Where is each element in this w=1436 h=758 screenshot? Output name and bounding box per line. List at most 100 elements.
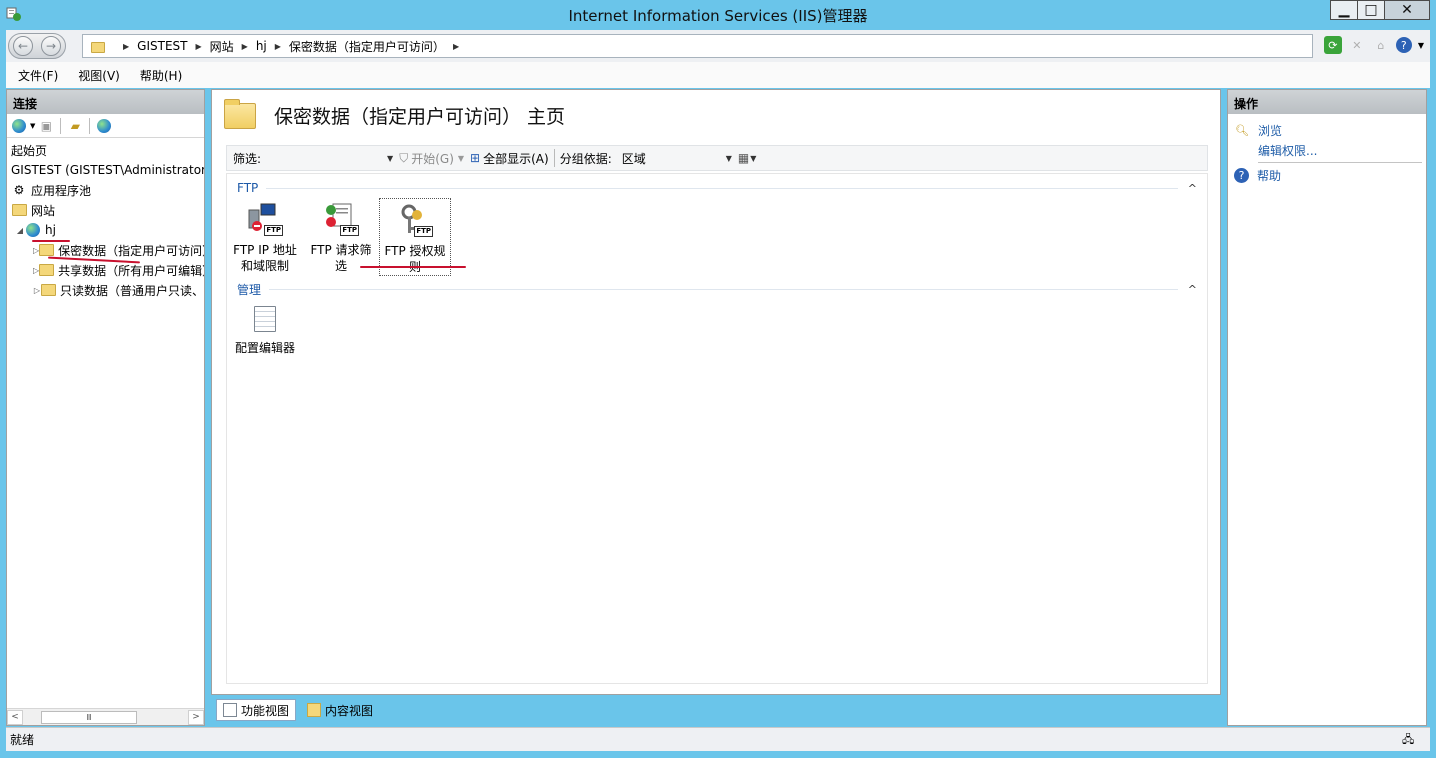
connections-toolbar: ▼ ▣ ▰ (7, 114, 204, 138)
status-text: 就绪 (10, 733, 35, 747)
action-explore[interactable]: 🔍︎ 浏览 (1228, 120, 1426, 140)
folder-icon (39, 262, 55, 278)
chevron-right-icon[interactable]: ▶ (242, 42, 248, 51)
back-arrow-icon[interactable]: ← (13, 36, 33, 56)
status-bar: 就绪 🖧 (6, 727, 1430, 751)
chevron-down-icon[interactable]: ▼ (750, 154, 756, 163)
chevron-right-icon[interactable]: ▶ (275, 42, 281, 51)
stop-icon[interactable]: ✕ (1348, 36, 1366, 54)
feature-view-panel: 保密数据（指定用户可访问） 主页 筛选: ▼ ⛉ 开始(G) ▼ ⊞ 全部显示(… (211, 89, 1221, 695)
annotation-underline (32, 240, 70, 242)
tab-content-view[interactable]: 内容视图 (300, 699, 380, 721)
chevron-down-icon[interactable]: ▼ (726, 154, 732, 163)
address-bar[interactable]: ▶ GISTEST ▶ 网站 ▶ hj ▶ 保密数据（指定用户可访问） ▶ (82, 34, 1313, 58)
action-help[interactable]: ? 帮助 (1228, 165, 1426, 185)
breadcrumb-gistest[interactable]: GISTEST (137, 39, 187, 53)
close-button[interactable]: ✕ (1384, 0, 1430, 20)
app-pool-icon: ⚙ (13, 183, 25, 197)
view-tabs: 功能视图 内容视图 (216, 699, 380, 721)
folder-icon (91, 41, 105, 53)
scroll-right-icon[interactable]: > (188, 709, 204, 725)
collapse-icon[interactable]: ^ (1188, 182, 1197, 195)
window-title: Internet Information Services (IIS)管理器 (568, 7, 868, 25)
tree-item-folder[interactable]: ▷ 共享数据（所有用户可编辑） (7, 260, 204, 280)
filter-label: 筛选: (233, 151, 262, 166)
sites-folder-icon (11, 202, 27, 218)
chevron-down-icon[interactable]: ▼ (30, 122, 35, 130)
ftp-authorization-key-icon: FTP (397, 203, 433, 239)
tree-item-start-page[interactable]: 起始页 (7, 140, 204, 160)
help-icon: ? (1234, 167, 1249, 183)
disconnect-icon[interactable] (95, 117, 113, 135)
scroll-thumb[interactable]: Ⅲ (41, 710, 137, 724)
collapsed-triangle-icon[interactable]: ▷ (33, 286, 41, 295)
feature-ftp-request-filtering[interactable]: FTP FTP 请求筛选 (305, 200, 377, 274)
tree-item-sites[interactable]: 网站 (7, 200, 204, 220)
horizontal-scrollbar[interactable]: < Ⅲ > (7, 708, 204, 725)
connect-globe-icon[interactable] (10, 117, 28, 135)
show-all-icon: ⊞ (470, 151, 481, 165)
actions-title: 操作 (1228, 90, 1426, 114)
view-mode-icon[interactable]: ▦ (738, 151, 749, 165)
chevron-down-icon[interactable]: ▼ (387, 154, 393, 163)
menu-view[interactable]: 视图(V) (78, 67, 120, 84)
tree-item-app-pools[interactable]: ⚙ 应用程序池 (7, 180, 204, 200)
nav-buttons: ← → (8, 33, 66, 59)
section-ftp[interactable]: FTP ^ (237, 180, 1197, 196)
help-dropdown-icon[interactable]: ? (1395, 37, 1412, 53)
tree-item-folder[interactable]: ▷ 保密数据（指定用户可访问） (7, 240, 204, 260)
minimize-button[interactable]: ▁ (1330, 0, 1358, 20)
feature-configuration-editor[interactable]: 配置编辑器 (229, 304, 301, 356)
feature-ftp-ip-restrictions[interactable]: FTP FTP IP 地址和域限制 (229, 200, 301, 274)
page-title: 保密数据（指定用户可访问） 主页 (274, 106, 566, 128)
features-view-icon (223, 703, 237, 717)
chevron-right-icon[interactable]: ▶ (123, 42, 129, 51)
breadcrumb-folder[interactable]: 保密数据（指定用户可访问） (289, 38, 445, 55)
chevron-right-icon[interactable]: ▶ (195, 42, 201, 51)
up-folder-icon[interactable]: ▰ (66, 117, 84, 135)
feature-ftp-authorization-rules[interactable]: FTP FTP 授权规则 (379, 198, 451, 276)
tree-item-server[interactable]: GISTEST (GISTEST\Administrator) (7, 160, 204, 180)
section-management[interactable]: 管理 ^ (237, 281, 1197, 297)
content-view-icon (307, 703, 322, 717)
maximize-button[interactable]: □ (1357, 0, 1385, 20)
refresh-icon[interactable]: ⟳ (1323, 36, 1342, 54)
breadcrumb-sites[interactable]: 网站 (210, 38, 234, 55)
address-toolbar: ← → ▶ GISTEST ▶ 网站 ▶ hj ▶ 保密数据（指定用户可访问） … (6, 30, 1430, 62)
home-icon[interactable]: ⌂ (1372, 36, 1390, 54)
chevron-down-icon[interactable]: ▼ (458, 154, 464, 163)
network-status-icon: 🖧 (1402, 733, 1415, 746)
ftp-request-filtering-icon: FTP (323, 202, 359, 238)
menu-file[interactable]: 文件(F) (18, 67, 58, 84)
page-header: 保密数据（指定用户可访问） 主页 (224, 98, 566, 129)
breadcrumb-hj[interactable]: hj (256, 39, 267, 53)
tree-item-folder[interactable]: ▷ 只读数据（普通用户只读、 (7, 280, 204, 300)
save-icon[interactable]: ▣ (37, 117, 55, 135)
configuration-editor-icon (247, 306, 283, 336)
ftp-ip-restrictions-icon: FTP (247, 202, 283, 238)
forward-arrow-icon[interactable]: → (41, 36, 61, 56)
collapse-icon[interactable]: ^ (1188, 283, 1197, 296)
title-bar: Internet Information Services (IIS)管理器 ▁… (0, 0, 1436, 30)
folder-icon (224, 98, 256, 129)
funnel-icon: ⛉ (399, 150, 409, 165)
action-edit-permissions[interactable]: 编辑权限... (1228, 140, 1426, 160)
connections-title: 连接 (7, 90, 204, 114)
folder-icon (39, 242, 55, 258)
filter-input[interactable] (265, 149, 383, 167)
site-globe-icon (25, 222, 41, 238)
menu-help[interactable]: 帮助(H) (140, 67, 182, 84)
chevron-right-icon[interactable]: ▶ (453, 42, 459, 51)
group-by-select[interactable]: 区域 (622, 150, 722, 167)
scroll-left-icon[interactable]: < (7, 709, 23, 725)
tab-features-view[interactable]: 功能视图 (216, 699, 297, 721)
explore-folder-icon: 🔍︎ (1235, 123, 1249, 137)
show-all-button[interactable]: ⊞ 全部显示(A) (470, 150, 549, 167)
go-button[interactable]: ⛉ 开始(G) (399, 150, 454, 167)
expanded-triangle-icon[interactable]: ◢ (15, 226, 25, 235)
chevron-down-icon[interactable]: ▼ (1418, 41, 1424, 50)
features-area: FTP ^ FTP FTP IP 地址和域限制 FTP FTP 请求筛选 FTP… (226, 173, 1208, 684)
actions-panel: 操作 🔍︎ 浏览 编辑权限... ? 帮助 (1227, 89, 1427, 726)
filter-bar: 筛选: ▼ ⛉ 开始(G) ▼ ⊞ 全部显示(A) 分组依据: 区域 ▼ ▦ ▼ (226, 145, 1208, 171)
tree-item-site-hj[interactable]: ◢ hj (7, 220, 204, 240)
